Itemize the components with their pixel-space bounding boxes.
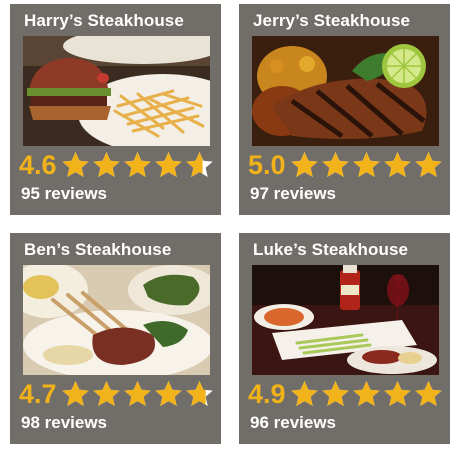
star-icon	[61, 381, 89, 406]
star-icon	[290, 381, 318, 406]
restaurant-card-lukes[interactable]: Luke’s Steakhouse 4.9 96 reviews	[239, 233, 450, 444]
star-rating	[289, 150, 444, 180]
star-icon	[123, 152, 151, 177]
restaurant-name: Jerry’s Steakhouse	[253, 11, 411, 30]
star-icon	[92, 381, 120, 406]
table-with-ketchup-and-wine-photo[interactable]	[252, 265, 439, 375]
restaurant-name: Harry’s Steakhouse	[24, 11, 184, 30]
star-icon	[321, 381, 349, 406]
lamb-chops-plate-photo[interactable]	[23, 265, 210, 375]
restaurant-card-jerrys[interactable]: Jerry’s Steakhouse 5.0 97 reviews	[239, 4, 450, 215]
restaurant-grid: Harry’s Steakhouse 4.6 95 reviews Jerry’…	[0, 0, 453, 453]
star-rating	[289, 379, 444, 409]
star-icon	[154, 152, 182, 177]
star-icon	[290, 152, 318, 177]
star-rating	[60, 379, 215, 409]
rating-value: 4.9	[248, 379, 286, 409]
restaurant-card-harrys[interactable]: Harry’s Steakhouse 4.6 95 reviews	[10, 4, 221, 215]
rating-row: 4.6	[19, 149, 215, 181]
star-rating	[60, 150, 215, 180]
restaurant-name: Ben’s Steakhouse	[24, 240, 172, 259]
rating-row: 4.7	[19, 378, 215, 410]
review-count[interactable]: 96 reviews	[250, 413, 336, 433]
star-icon	[352, 152, 380, 177]
rating-row: 5.0	[248, 149, 444, 181]
rating-value: 5.0	[248, 150, 286, 180]
star-icon	[383, 381, 411, 406]
rating-row: 4.9	[248, 378, 444, 410]
star-icon	[352, 381, 380, 406]
restaurant-name: Luke’s Steakhouse	[253, 240, 409, 259]
star-icon	[154, 381, 182, 406]
star-icon	[185, 381, 213, 406]
rating-value: 4.7	[19, 379, 57, 409]
star-icon	[185, 152, 213, 177]
review-count[interactable]: 98 reviews	[21, 413, 107, 433]
rating-value: 4.6	[19, 150, 57, 180]
grilled-steak-with-lime-photo[interactable]	[252, 36, 439, 146]
review-count[interactable]: 97 reviews	[250, 184, 336, 204]
star-icon	[414, 381, 442, 406]
star-icon	[414, 152, 442, 177]
star-icon	[61, 152, 89, 177]
star-icon	[123, 381, 151, 406]
restaurant-card-bens[interactable]: Ben’s Steakhouse 4.7 98 reviews	[10, 233, 221, 444]
star-icon	[321, 152, 349, 177]
burger-and-fries-photo[interactable]	[23, 36, 210, 146]
star-icon	[92, 152, 120, 177]
star-icon	[383, 152, 411, 177]
review-count[interactable]: 95 reviews	[21, 184, 107, 204]
